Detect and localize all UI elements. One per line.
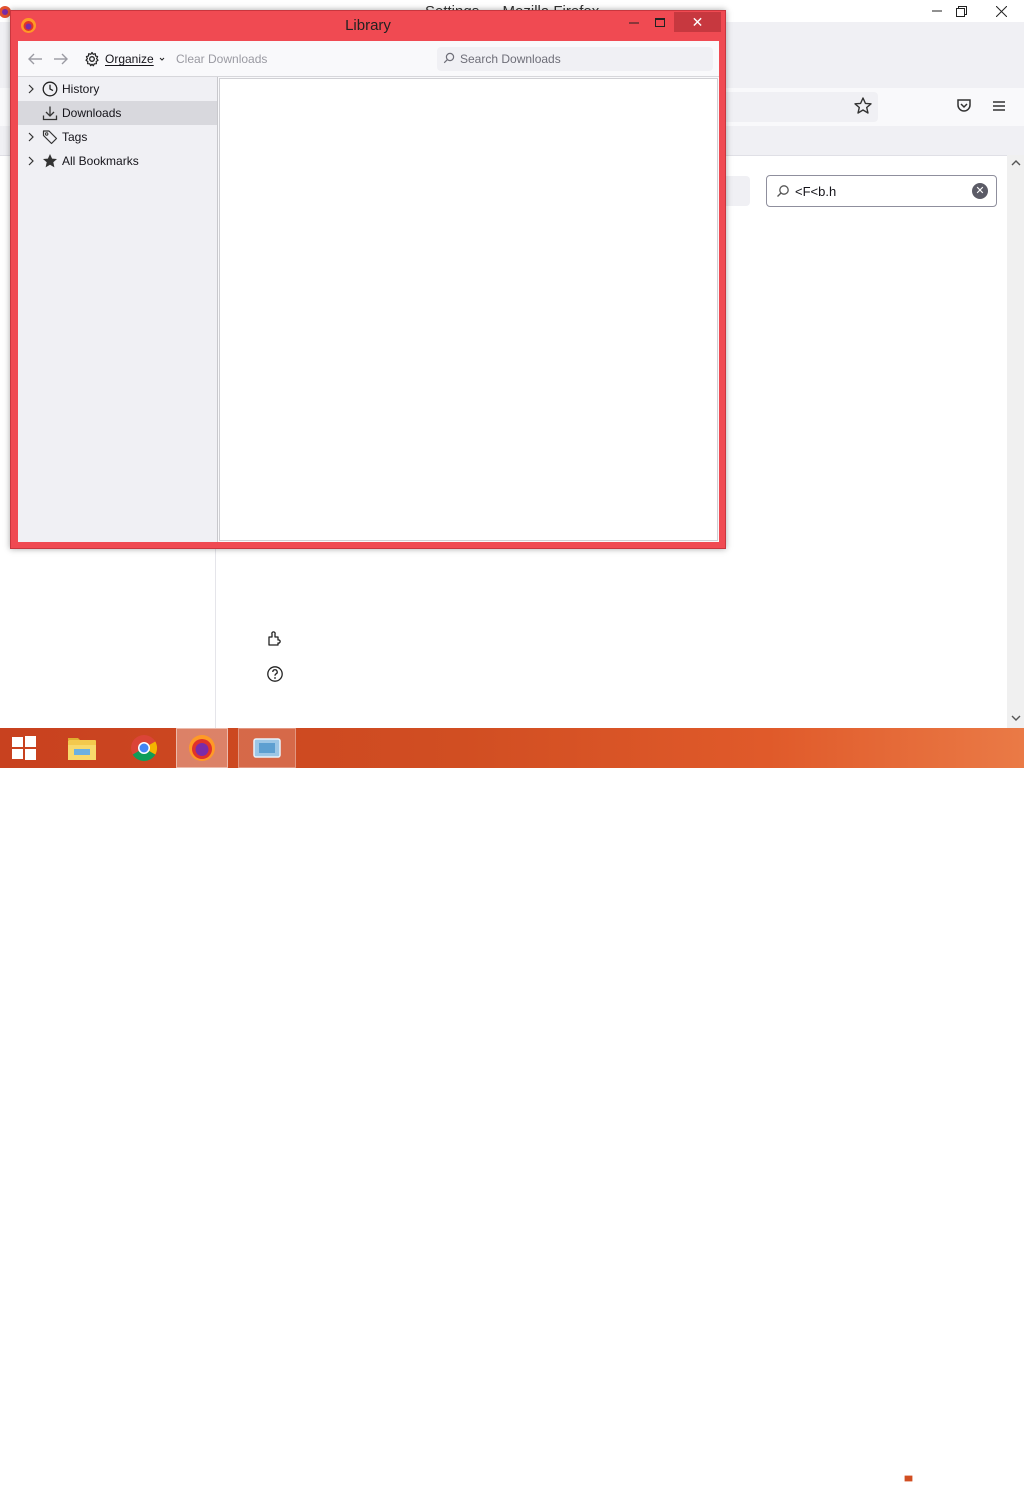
library-maximize-button[interactable] <box>647 13 673 33</box>
settings-search-value: <F<b.h <box>795 184 837 199</box>
tree-item-tags[interactable]: Tags <box>18 125 217 149</box>
chevron-right-icon[interactable] <box>26 155 36 167</box>
scroll-down-icon[interactable] <box>1011 713 1021 723</box>
taskbar-firefox[interactable] <box>176 728 228 768</box>
minimize-icon <box>932 10 942 12</box>
forward-arrow-icon[interactable] <box>52 50 70 68</box>
bookmark-star-icon[interactable] <box>853 96 873 116</box>
volume-muted-icon[interactable] <box>921 1468 939 1484</box>
download-icon <box>42 106 58 121</box>
library-body: Organize Clear Downloads Search Download… <box>18 41 719 542</box>
folder-icon <box>68 738 96 760</box>
tree-item-all-bookmarks[interactable]: All Bookmarks <box>18 149 217 173</box>
tree-item-label: History <box>62 82 100 96</box>
chevron-down-icon <box>159 57 165 61</box>
clock-date: 5/5/2022 <box>956 1477 1004 1491</box>
library-close-button[interactable]: ✕ <box>674 12 721 32</box>
search-icon <box>777 185 789 197</box>
taskbar-window-switcher[interactable] <box>238 728 296 768</box>
pocket-icon[interactable] <box>955 97 973 115</box>
extensions-puzzle-icon[interactable] <box>266 629 284 647</box>
settings-search-input[interactable]: <F<b.h ✕ <box>766 175 997 207</box>
organize-button[interactable]: Organize <box>84 48 165 70</box>
star-icon <box>43 154 57 168</box>
clear-downloads-button[interactable]: Clear Downloads <box>176 52 267 66</box>
taskbar-file-explorer[interactable] <box>54 728 110 768</box>
tree-item-history[interactable]: History <box>18 77 217 101</box>
clear-search-icon[interactable]: ✕ <box>972 183 988 199</box>
search-icon <box>443 52 455 64</box>
firefox-restore-button[interactable] <box>944 0 978 22</box>
tag-icon <box>42 130 58 145</box>
library-title: Library <box>345 17 391 34</box>
library-window: Library ✕ Organize Clear Downloads Searc… <box>10 10 726 549</box>
tree-item-label: All Bookmarks <box>62 154 139 168</box>
windows-logo-icon <box>12 736 36 760</box>
close-icon <box>995 5 1007 17</box>
clock-icon <box>42 81 58 97</box>
library-toolbar: Organize Clear Downloads Search Download… <box>18 41 719 77</box>
search-downloads-input[interactable]: Search Downloads <box>437 47 713 71</box>
chrome-icon <box>131 735 158 762</box>
gear-icon <box>85 51 99 67</box>
library-titlebar[interactable]: Library ✕ <box>11 11 725 41</box>
network-icon[interactable] <box>898 1468 914 1484</box>
downloads-list[interactable] <box>219 78 718 541</box>
back-arrow-icon[interactable] <box>26 50 44 68</box>
minimize-icon <box>629 22 639 24</box>
taskbar-chrome[interactable] <box>116 728 172 768</box>
start-button[interactable] <box>0 728 48 768</box>
help-icon[interactable] <box>266 665 284 683</box>
tray-overflow-icon[interactable]: ▲ <box>876 1471 885 1481</box>
scroll-up-icon[interactable] <box>1011 158 1021 168</box>
tree-item-label: Downloads <box>62 106 122 120</box>
taskbar: ▲ 6:44 PM 5/5/2022 <box>0 728 1024 1491</box>
window-switcher-icon <box>253 738 281 758</box>
page-scrollbar[interactable] <box>1007 155 1024 728</box>
maximize-icon <box>655 18 665 27</box>
url-bar[interactable] <box>700 92 878 122</box>
tray-clock[interactable]: 6:44 PM 5/5/2022 <box>944 1462 1016 1492</box>
tree-item-downloads[interactable]: Downloads <box>18 101 217 125</box>
firefox-icon <box>189 735 215 761</box>
tree-item-label: Tags <box>62 130 88 144</box>
library-minimize-button[interactable] <box>621 13 647 33</box>
library-tree: History Downloads Tags All Bookmarks <box>18 77 218 542</box>
hamburger-menu-icon[interactable] <box>991 98 1007 114</box>
search-downloads-placeholder: Search Downloads <box>460 52 561 66</box>
chevron-right-icon[interactable] <box>26 131 36 143</box>
clock-time: 6:44 PM <box>957 1462 1003 1476</box>
firefox-close-button[interactable] <box>984 0 1018 22</box>
organize-label: Organize <box>105 52 154 66</box>
chevron-right-icon[interactable] <box>26 83 36 95</box>
restore-icon <box>955 5 967 17</box>
